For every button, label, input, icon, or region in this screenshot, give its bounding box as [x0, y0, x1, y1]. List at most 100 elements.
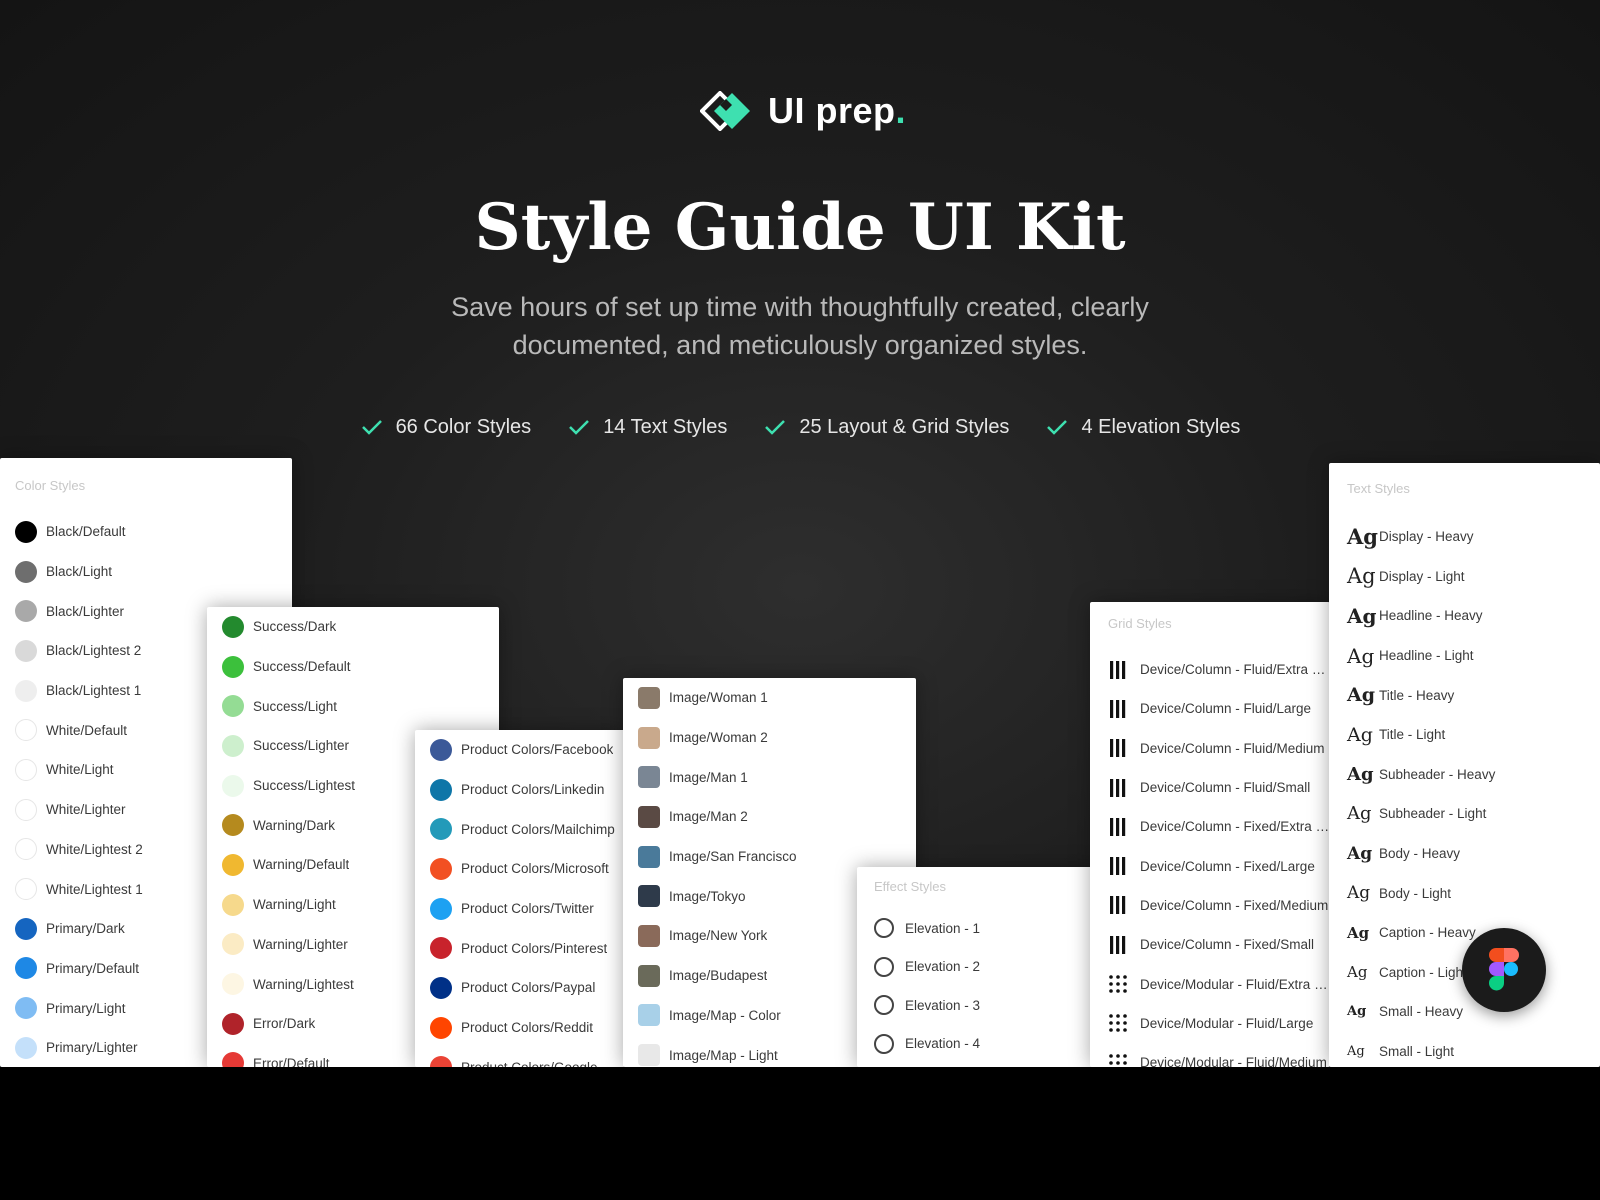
grid-style-item[interactable]: Device/Modular - Fluid/Extra Large [1108, 964, 1330, 1003]
grid-style-item[interactable]: Device/Column - Fluid/Medium [1108, 729, 1330, 768]
grid-style-item[interactable]: Device/Column - Fixed/Small [1108, 925, 1330, 964]
style-label: Title - Light [1379, 727, 1446, 743]
grid-style-item[interactable]: Device/Modular - Fluid/Large [1108, 1004, 1330, 1043]
style-label: Success/Lightest [253, 778, 356, 794]
color-swatch [222, 774, 244, 797]
style-label: Device/Column - Fluid/Large [1140, 701, 1312, 717]
style-label: Elevation - 2 [905, 959, 981, 975]
color-style-item[interactable]: Black/Default [15, 512, 292, 552]
figma-button[interactable] [1462, 928, 1546, 1012]
image-thumbnail [638, 726, 660, 749]
grid-style-item[interactable]: Device/Column - Fixed/Large [1108, 846, 1330, 885]
style-label: Product Colors/Mailchimp [461, 821, 615, 837]
image-style-item[interactable]: Image/Man 2 [638, 797, 916, 837]
columns-icon [1110, 817, 1126, 836]
text-style-item[interactable]: Ag Title - Light [1347, 715, 1600, 755]
color-swatch [15, 1036, 37, 1059]
style-label: Black/Light [46, 564, 113, 580]
color-style-item[interactable]: Product Colors/Mailchimp [430, 809, 625, 849]
style-label: Image/New York [669, 928, 768, 944]
text-style-item[interactable]: Ag Subheader - Heavy [1347, 755, 1600, 795]
color-swatch [430, 778, 452, 801]
image-thumbnail [638, 924, 660, 947]
color-style-item[interactable]: Product Colors/Twitter [430, 889, 625, 929]
elevation-icon [874, 1033, 894, 1054]
color-swatch [430, 976, 452, 999]
effect-style-item[interactable]: Elevation - 3 [874, 986, 1097, 1025]
page-subtitle: Save hours of set up time with thoughtfu… [451, 292, 1149, 360]
color-swatch [222, 734, 244, 757]
style-label: Primary/Lighter [46, 1040, 138, 1056]
color-style-item[interactable]: Product Colors/Microsoft [430, 849, 625, 889]
color-style-item[interactable]: Product Colors/Reddit [430, 1008, 625, 1048]
elevation-icon [874, 956, 894, 977]
style-label: Display - Light [1379, 568, 1465, 584]
color-style-item[interactable]: Product Colors/Pinterest [430, 928, 625, 968]
grid-styles-panel: Grid Styles Device/Column - Fluid/Extra … [1090, 602, 1330, 1067]
style-label: Warning/Default [253, 857, 350, 873]
effect-style-item[interactable]: Elevation - 1 [874, 909, 1097, 948]
style-label: Black/Lightest 1 [46, 683, 142, 699]
color-style-item[interactable]: Product Colors/Facebook [430, 730, 625, 770]
style-label: Device/Column - Fixed/Small [1140, 937, 1315, 953]
feature-item: 66 Color Styles [360, 415, 531, 439]
text-style-item[interactable]: Ag Subheader - Light [1347, 794, 1600, 834]
modular-grid-icon [1109, 1014, 1127, 1033]
color-swatch [430, 1016, 452, 1039]
panel-title: Grid Styles [1108, 616, 1172, 631]
color-style-item[interactable]: Success/Dark [222, 607, 499, 647]
text-style-item[interactable]: Ag Headline - Heavy [1347, 596, 1600, 636]
style-label: Device/Column - Fluid/Medium [1140, 740, 1325, 756]
style-label: Body - Light [1379, 885, 1452, 901]
grid-style-item[interactable]: Device/Column - Fluid/Extra Large [1108, 650, 1330, 689]
image-style-item[interactable]: Image/Woman 2 [638, 718, 916, 758]
color-style-item[interactable]: Success/Light [222, 686, 499, 726]
style-label: White/Light [46, 762, 114, 778]
color-swatch [15, 719, 37, 742]
style-label: Product Colors/Pinterest [461, 940, 608, 956]
grid-style-item[interactable]: Device/Column - Fixed/Medium [1108, 886, 1330, 925]
effect-style-item[interactable]: Elevation - 2 [874, 948, 1097, 987]
style-label: Small - Heavy [1379, 1004, 1464, 1020]
grid-style-item[interactable]: Device/Column - Fluid/Small [1108, 768, 1330, 807]
text-style-item[interactable]: Ag Body - Heavy [1347, 834, 1600, 874]
text-style-item[interactable]: Ag Display - Light [1347, 557, 1600, 597]
image-thumbnail [638, 1044, 660, 1067]
color-swatch [430, 937, 452, 960]
type-sample: Ag [1347, 883, 1371, 904]
color-style-item[interactable]: Product Colors/Paypal [430, 968, 625, 1008]
text-style-item[interactable]: Ag Display - Heavy [1347, 517, 1600, 557]
grid-style-item[interactable]: Device/Modular - Fluid/Medium [1108, 1043, 1330, 1067]
color-swatch [222, 615, 244, 638]
style-label: Warning/Lighter [253, 936, 348, 952]
feature-label: 14 Text Styles [603, 415, 728, 438]
color-swatch [15, 560, 37, 583]
text-style-item[interactable]: Ag Title - Heavy [1347, 675, 1600, 715]
style-label: Primary/Dark [46, 921, 125, 937]
color-style-item[interactable]: Product Colors/Google [430, 1048, 625, 1067]
style-label: White/Lighter [46, 802, 126, 818]
style-label: Caption - Light [1379, 964, 1467, 980]
image-style-item[interactable]: Image/Woman 1 [638, 678, 916, 718]
bottom-letterbox [0, 1067, 1600, 1200]
style-label: Success/Default [253, 659, 351, 675]
effect-styles-panel: Effect Styles Elevation - 1 Elevation - 2… [857, 867, 1097, 1067]
text-style-item[interactable]: Ag Headline - Light [1347, 636, 1600, 676]
color-style-item[interactable]: Product Colors/Linkedin [430, 770, 625, 810]
style-label: Device/Modular - Fluid/Medium [1140, 1055, 1327, 1067]
type-sample: Ag [1347, 684, 1376, 707]
grid-style-item[interactable]: Device/Column - Fixed/Extra Large [1108, 807, 1330, 846]
color-style-item[interactable]: Success/Default [222, 647, 499, 687]
image-style-item[interactable]: Image/Man 1 [638, 757, 916, 797]
grid-style-item[interactable]: Device/Column - Fluid/Large [1108, 689, 1330, 728]
brand-name: UI prep [768, 90, 896, 131]
color-style-item[interactable]: Black/Light [15, 552, 292, 592]
text-style-item[interactable]: Ag Body - Light [1347, 873, 1600, 913]
image-thumbnail [638, 766, 660, 789]
style-label: Product Colors/Paypal [461, 980, 596, 996]
effect-style-item[interactable]: Elevation - 4 [874, 1025, 1097, 1064]
columns-icon [1110, 896, 1126, 915]
color-swatch [15, 997, 37, 1020]
text-style-item[interactable]: Ag Small - Light [1347, 1032, 1600, 1067]
style-label: Image/Budapest [669, 968, 768, 984]
